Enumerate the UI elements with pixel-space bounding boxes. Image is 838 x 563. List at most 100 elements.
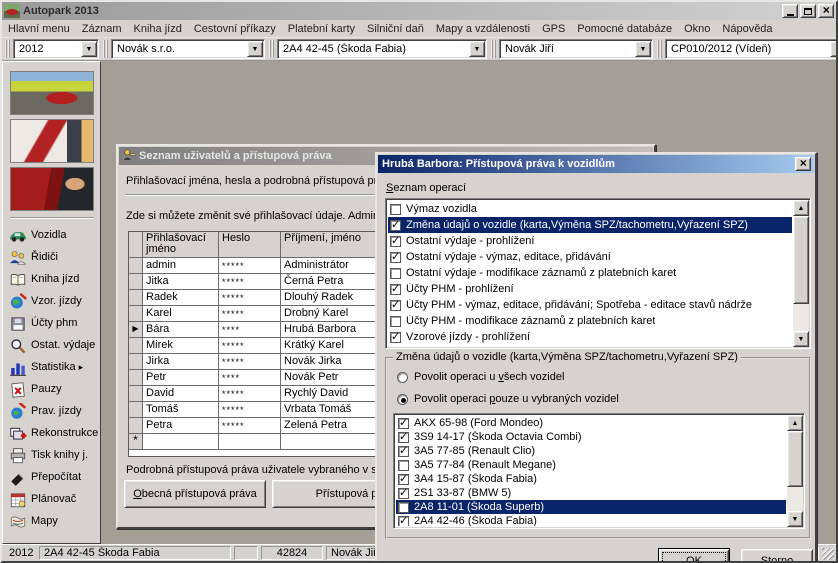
radio-all-vehicles[interactable]: Povolit operaci u všech vozidel [397, 371, 564, 383]
chevron-down-icon[interactable] [469, 41, 485, 57]
checkbox-icon[interactable] [398, 418, 409, 429]
toolbar-combobox[interactable]: 2A4 42-45 (Škoda Fabia) [277, 39, 487, 59]
checkbox-icon[interactable] [390, 220, 401, 231]
cell-password[interactable]: ***** [219, 354, 281, 370]
row-selector[interactable] [129, 322, 143, 338]
sidebar-item-prav-jizdy[interactable]: Prav. jízdy [3, 400, 100, 422]
operation-item[interactable]: Ostatní výdaje - výmaz, editace, přidává… [388, 249, 792, 265]
checkbox-icon[interactable] [390, 284, 401, 295]
scrollbar-thumb[interactable] [793, 216, 809, 304]
cell-password[interactable]: ***** [219, 274, 281, 290]
checkbox-icon[interactable] [398, 502, 409, 513]
radio-icon[interactable] [397, 372, 408, 383]
checkbox-icon[interactable] [398, 474, 409, 485]
column-header-login[interactable]: Přihlašovací jméno [143, 232, 219, 258]
scroll-down-icon[interactable]: ▼ [793, 331, 809, 347]
sidebar-item-ostat-vydaje[interactable]: Ostat. výdaje [3, 334, 100, 356]
cell-password[interactable] [219, 434, 281, 450]
row-selector[interactable] [129, 402, 143, 418]
cell-password[interactable]: ***** [219, 306, 281, 322]
vehicle-item[interactable]: 3A4 15-87 (Škoda Fabia) [396, 472, 786, 486]
row-selector[interactable] [129, 258, 143, 274]
menu-item[interactable]: Nápověda [716, 21, 778, 37]
checkbox-icon[interactable] [390, 316, 401, 327]
cell-login[interactable]: David [143, 386, 219, 402]
cell-password[interactable]: ***** [219, 386, 281, 402]
close-button[interactable] [818, 4, 834, 18]
sidebar-item-ucty-phm[interactable]: Účty phm [3, 312, 100, 334]
cell-password[interactable]: ***** [219, 402, 281, 418]
checkbox-icon[interactable] [398, 460, 409, 471]
cell-login[interactable]: Petra [143, 418, 219, 434]
vehicle-item[interactable]: 2A4 42-46 (Škoda Fabia) [396, 514, 786, 526]
column-header-password[interactable]: Heslo [219, 232, 281, 258]
operations-scrollbar[interactable]: ▲ ▼ [793, 200, 809, 347]
cell-login[interactable]: admin [143, 258, 219, 274]
minimize-button[interactable] [782, 4, 798, 18]
row-selector[interactable] [129, 290, 143, 306]
cell-login[interactable]: Bára [143, 322, 219, 338]
cell-login[interactable]: Petr [143, 370, 219, 386]
menu-item[interactable]: GPS [536, 21, 571, 37]
operation-item[interactable]: Účty PHM - výmaz, editace, přidávání; Sp… [388, 297, 792, 313]
cell-login[interactable]: Jitka [143, 274, 219, 290]
cell-password[interactable]: ***** [219, 258, 281, 274]
menu-item[interactable]: Záznam [76, 21, 128, 37]
scroll-up-icon[interactable]: ▲ [787, 415, 803, 431]
sidebar-item-kniha-jizd[interactable]: Kniha jízd [3, 268, 100, 290]
vehicle-item[interactable]: 2S1 33-87 (BMW 5) [396, 486, 786, 500]
chevron-down-icon[interactable] [81, 41, 97, 57]
chevron-down-icon[interactable] [247, 41, 263, 57]
cell-login[interactable]: Tomáš [143, 402, 219, 418]
operation-item[interactable]: Účty PHM - prohlížení [388, 281, 792, 297]
maximize-button[interactable] [800, 4, 816, 18]
general-rights-button[interactable]: Obecná přístupová práva [124, 480, 266, 508]
sidebar-item-vzor-jizdy[interactable]: Vzor. jízdy [3, 290, 100, 312]
checkbox-icon[interactable] [398, 432, 409, 443]
radio-icon[interactable] [397, 394, 408, 405]
cell-login[interactable]: Karel [143, 306, 219, 322]
chevron-down-icon[interactable] [635, 41, 651, 57]
row-selector[interactable] [129, 386, 143, 402]
sidebar-item-ridici[interactable]: Řidiči [3, 246, 100, 268]
checkbox-icon[interactable] [390, 332, 401, 343]
checkbox-icon[interactable] [390, 268, 401, 279]
checkbox-icon[interactable] [398, 446, 409, 457]
sidebar-item-vozidla[interactable]: Vozidla [3, 224, 100, 246]
vehicle-item[interactable]: 2A8 11-01 (Škoda Superb) [396, 500, 786, 514]
row-selector[interactable] [129, 338, 143, 354]
row-selector[interactable] [129, 370, 143, 386]
dialog-titlebar[interactable]: Hrubá Barbora: Přístupová práva k vozidl… [378, 155, 814, 173]
operation-item[interactable]: Změna údajů o vozidle (karta,Výměna SPZ/… [388, 217, 792, 233]
row-selector[interactable] [129, 354, 143, 370]
checkbox-icon[interactable] [390, 300, 401, 311]
operation-item[interactable]: Vzorové jízdy - výmaz, editace, přidáván… [388, 345, 792, 346]
toolbar-combobox[interactable]: Novák Jiří [499, 39, 653, 59]
operation-item[interactable]: Účty PHM - modifikace záznamů z platební… [388, 313, 792, 329]
checkbox-icon[interactable] [390, 236, 401, 247]
cell-login[interactable]: Jirka [143, 354, 219, 370]
checkbox-icon[interactable] [398, 516, 409, 527]
sidebar-item-rekonstrukce[interactable]: Rekonstrukce [3, 422, 100, 444]
operation-item[interactable]: Ostatní výdaje - prohlížení [388, 233, 792, 249]
menu-item[interactable]: Kniha jízd [128, 21, 188, 37]
ok-button[interactable]: OK [658, 548, 730, 563]
toolbar-combobox[interactable]: CP010/2012 (Vídeň) [665, 39, 838, 59]
menu-item[interactable]: Mapy a vzdálenosti [430, 21, 536, 37]
radio-selected-vehicles[interactable]: Povolit operaci pouze u vybraných vozide… [397, 393, 619, 405]
operation-item[interactable]: Ostatní výdaje - modifikace záznamů z pl… [388, 265, 792, 281]
menu-item[interactable]: Cestovní příkazy [188, 21, 282, 37]
operation-item[interactable]: Výmaz vozidla [388, 201, 792, 217]
cell-login[interactable] [143, 434, 219, 450]
scrollbar-thumb[interactable] [787, 431, 803, 487]
dialog-close-button[interactable] [795, 157, 811, 171]
toolbar-combobox[interactable]: 2012 [13, 39, 99, 59]
cell-login[interactable]: Radek [143, 290, 219, 306]
cell-password[interactable]: ***** [219, 418, 281, 434]
sidebar-item-tisk-knihy[interactable]: Tisk knihy j. [3, 444, 100, 466]
vehicle-item[interactable]: 3A5 77-84 (Renault Megane) [396, 458, 786, 472]
cancel-button[interactable]: Storno [741, 549, 813, 563]
cell-password[interactable]: ***** [219, 338, 281, 354]
sidebar-item-planovac[interactable]: Plánovač [3, 488, 100, 510]
menu-item[interactable]: Platební karty [282, 21, 361, 37]
